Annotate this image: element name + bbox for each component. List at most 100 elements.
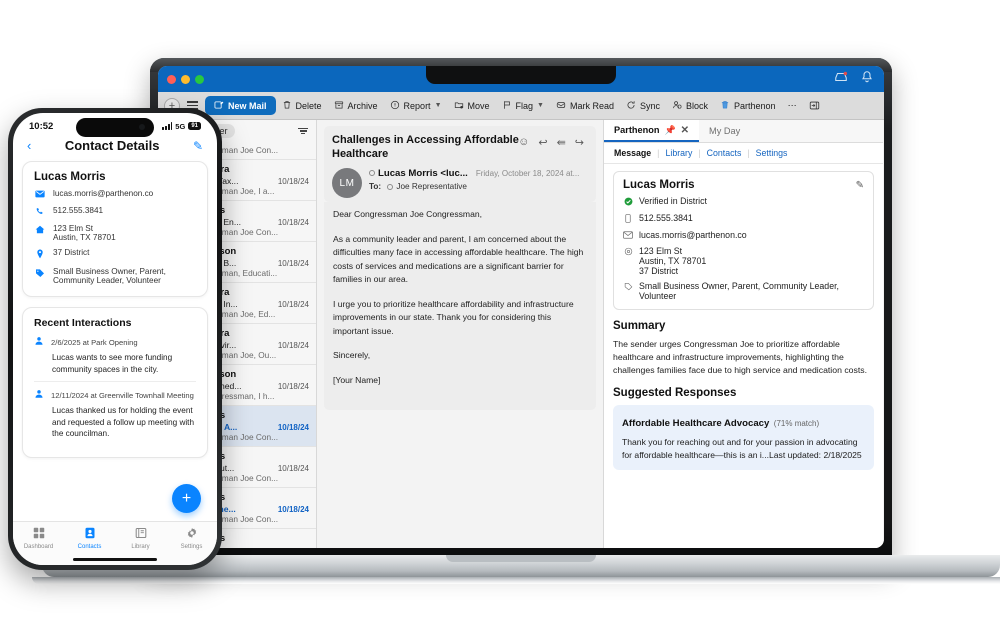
minimize-window-button[interactable] <box>181 74 190 84</box>
verified-label: Verified in District <box>639 196 707 206</box>
block-user-icon <box>672 100 683 111</box>
mail-date: 10/18/24 <box>277 464 309 473</box>
home-indicator <box>73 558 157 561</box>
panel-toggle-button[interactable] <box>803 97 826 114</box>
message-paragraph: Sincerely, <box>333 350 371 360</box>
forward-icon[interactable]: ↪ <box>575 136 584 149</box>
pencil-edit-icon[interactable]: ✎ <box>856 180 864 191</box>
signal-bars-icon <box>162 122 173 130</box>
contact-card: Lucas Morris ✎ Verified in District 512.… <box>613 171 874 310</box>
contact-email: lucas.morris@parthenon.co <box>53 189 154 198</box>
sync-button[interactable]: Sync <box>620 97 666 114</box>
interaction-text: Lucas wants to see more funding communit… <box>52 353 173 374</box>
tab-dashboard[interactable]: Dashboard <box>13 527 64 550</box>
interaction-meta: 12/11/2024 at Greenville Townhall Meetin… <box>51 390 194 400</box>
tag-icon <box>623 281 633 293</box>
person-icon <box>34 336 44 348</box>
new-mail-label: New Mail <box>228 100 267 111</box>
emoji-react-icon[interactable]: ☺ <box>518 136 529 149</box>
message-paragraph: I urge you to prioritize healthcare affo… <box>333 298 574 336</box>
tab-parthenon[interactable]: Parthenon 📌 ✕ <box>604 120 700 142</box>
tab-my-day[interactable]: My Day <box>699 120 750 142</box>
battery-icon: 91 <box>188 122 201 130</box>
status-time: 10:52 <box>29 120 54 132</box>
filter-icon[interactable] <box>298 127 308 135</box>
pencil-edit-icon[interactable]: ✎ <box>193 139 203 153</box>
subtab-contacts[interactable]: Contacts <box>707 148 742 158</box>
recent-interactions-card: Recent Interactions 2/6/2025 at Park Ope… <box>22 307 208 458</box>
tab-contacts[interactable]: Contacts <box>64 527 115 550</box>
mail-toolbar: + New Mail Delete Archive Report ▼ Move … <box>158 92 884 120</box>
reply-all-icon[interactable]: ⇚ <box>557 136 566 149</box>
block-label: Block <box>686 100 709 111</box>
report-button[interactable]: Report ▼ <box>384 97 448 114</box>
phone-body: 10:52 5G 91 ‹ Contact Details ✎ Lucas Mo… <box>8 108 222 570</box>
message-body: Dear Congressman Joe Congressman, As a c… <box>324 202 596 410</box>
pin-icon[interactable]: 📌 <box>664 125 675 136</box>
contact-email[interactable]: lucas.morris@parthenon.co <box>639 230 747 240</box>
contact-address: 123 Elm St Austin, TX 78701 <box>53 224 116 242</box>
close-window-button[interactable] <box>167 74 176 84</box>
panel-toggle-icon <box>809 100 820 111</box>
contact-tags: Small Business Owner, Parent, Community … <box>639 281 839 301</box>
suggested-response-card[interactable]: Affordable Healthcare Advocacy (71% matc… <box>613 405 874 470</box>
phone-status-bar: 10:52 5G 91 <box>13 113 217 137</box>
subtab-message[interactable]: Message <box>614 148 651 158</box>
flag-label: Flag <box>515 100 534 111</box>
divider: | <box>747 148 750 158</box>
window-traffic-lights[interactable] <box>158 74 204 84</box>
location-target-icon <box>623 246 633 258</box>
avatar: LM <box>332 168 362 198</box>
subtab-library[interactable]: Library <box>665 148 692 158</box>
move-button[interactable]: Move <box>448 97 496 114</box>
phone-screen: 10:52 5G 91 ‹ Contact Details ✎ Lucas Mo… <box>13 113 217 565</box>
tab-dashboard-label: Dashboard <box>23 544 54 550</box>
subtab-settings[interactable]: Settings <box>756 148 788 158</box>
reply-icon[interactable]: ↩ <box>538 136 547 149</box>
block-button[interactable]: Block <box>666 97 714 114</box>
chevron-down-icon[interactable]: ▼ <box>435 102 442 109</box>
mail-main-area: ed Other Dear Congressman Joe Con...Soph… <box>158 120 884 548</box>
archive-button[interactable]: Archive <box>328 97 384 114</box>
interaction-item: 2/6/2025 at Park Opening Lucas wants to s… <box>34 329 196 382</box>
suggestion-title: Affordable Healthcare Advocacy <box>622 418 770 429</box>
verified-check-icon <box>623 196 633 208</box>
contact-phone[interactable]: 512.555.3841 <box>639 213 693 223</box>
mail-date: 10/18/24 <box>277 382 309 391</box>
flag-button[interactable]: Flag ▼ <box>496 97 550 114</box>
add-contact-fab[interactable]: + <box>172 484 201 513</box>
phone-nav-bar: ‹ Contact Details ✎ <box>13 135 217 161</box>
recent-interactions-title: Recent Interactions <box>34 317 132 329</box>
message-sender-block: LM Lucas Morris <luc... Friday, October … <box>332 168 588 198</box>
status-indicators: 5G 91 <box>162 122 201 131</box>
contact-address-row: 123 Elm St Austin, TX 78701 37 District <box>623 246 864 276</box>
parthenon-trash-icon <box>720 100 731 111</box>
parthenon-panel: Parthenon 📌 ✕ My Day Message | Library |… <box>604 120 883 548</box>
overflow-menu-button[interactable]: ⋯ <box>782 97 803 114</box>
phone-contact-card: Lucas Morris lucas.morris@parthenon.co 5… <box>22 161 208 297</box>
presence-ring-icon <box>369 170 375 177</box>
interaction-meta-row: 2/6/2025 at Park Opening <box>34 336 196 348</box>
tab-contacts-label: Contacts <box>77 544 102 550</box>
divider: | <box>698 148 701 158</box>
contact-email-row[interactable]: lucas.morris@parthenon.co <box>34 189 196 200</box>
tab-library[interactable]: Library <box>115 527 166 550</box>
chevron-down-icon[interactable]: ▼ <box>537 102 544 109</box>
contact-phone-row[interactable]: 512.555.3841 <box>34 206 196 218</box>
message-paragraph: Dear Congressman Joe Congressman, <box>333 209 483 219</box>
message-date: Friday, October 18, 2024 at... <box>475 169 580 178</box>
interaction-meta: 2/6/2025 at Park Opening <box>51 337 138 347</box>
flag-icon <box>502 100 513 111</box>
close-icon[interactable]: ✕ <box>681 125 689 136</box>
maximize-window-button[interactable] <box>195 74 204 84</box>
mark-read-button[interactable]: Mark Read <box>550 97 620 114</box>
contact-tags-row: Small Business Owner, Parent, Community … <box>34 267 196 285</box>
delete-button[interactable]: Delete <box>276 97 328 114</box>
contact-district: 37 District <box>53 248 90 257</box>
tab-settings[interactable]: Settings <box>166 527 217 550</box>
bell-icon[interactable] <box>860 70 874 84</box>
tag-icon <box>34 267 45 280</box>
inbox-alert-icon[interactable] <box>834 70 848 84</box>
tab-parthenon-label: Parthenon <box>614 125 660 135</box>
parthenon-button[interactable]: Parthenon <box>714 97 782 114</box>
